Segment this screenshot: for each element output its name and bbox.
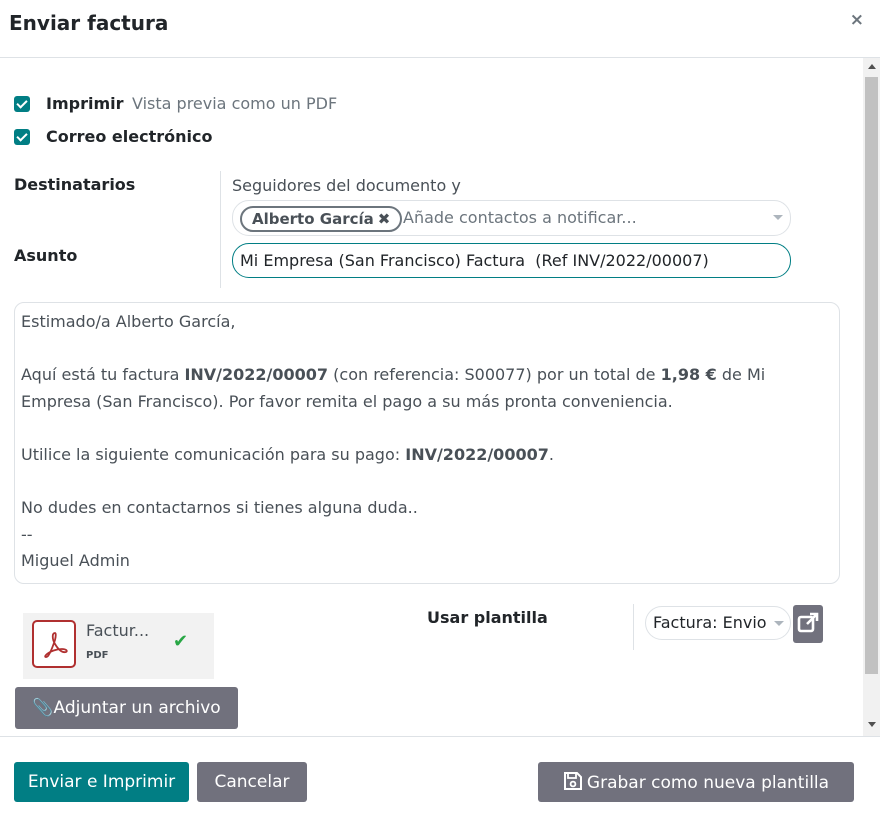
- signature: Miguel Admin: [21, 551, 130, 571]
- field-divider: [220, 171, 221, 288]
- chevron-down-icon[interactable]: [774, 621, 784, 626]
- cancel-button[interactable]: Cancelar: [197, 762, 307, 802]
- template-selected-value: Factura: Envio: [653, 613, 767, 632]
- chevron-down-icon[interactable]: [773, 215, 783, 220]
- dialog-footer: Enviar e Imprimir Cancelar Grabar como n…: [0, 736, 880, 820]
- close-icon[interactable]: ×: [850, 10, 864, 30]
- open-template-button[interactable]: [793, 605, 823, 643]
- recipients-label: Destinatarios: [14, 175, 136, 194]
- template-divider: [633, 604, 634, 650]
- email-checkbox[interactable]: [14, 129, 30, 145]
- dialog-body: Imprimir Vista previa como un PDF Correo…: [0, 58, 880, 736]
- print-hint: Vista previa como un PDF: [132, 94, 338, 113]
- send-print-button[interactable]: Enviar e Imprimir: [14, 762, 189, 802]
- print-checkbox[interactable]: [14, 96, 30, 112]
- scrollbar-thumb[interactable]: [865, 77, 878, 674]
- subject-label: Asunto: [14, 246, 78, 265]
- recipients-placeholder: Añade contactos a notificar...: [403, 208, 637, 227]
- signature-separator: --: [21, 524, 33, 544]
- print-checkbox-label[interactable]: Imprimir: [46, 94, 124, 113]
- body-paragraph-1: Aquí está tu factura INV/2022/00007 (con…: [21, 365, 766, 411]
- check-icon: ✔: [173, 631, 189, 652]
- recipient-tag: Alberto García ✖: [240, 206, 403, 232]
- body-paragraph-3: No dudes en contactarnos si tienes algun…: [21, 498, 418, 518]
- save-template-button[interactable]: Grabar como nueva plantilla: [538, 762, 854, 802]
- subject-input[interactable]: [232, 243, 791, 278]
- recipients-input[interactable]: Alberto García ✖ Añade contactos a notifi…: [232, 200, 791, 236]
- remove-tag-icon[interactable]: ✖: [378, 210, 391, 228]
- attachment-name: Factur...: [86, 621, 150, 640]
- floppy-disk-icon: [563, 772, 582, 790]
- paperclip-icon: 📎: [32, 698, 54, 718]
- scroll-down-icon[interactable]: [868, 722, 876, 727]
- email-body-editor[interactable]: Estimado/a Alberto García, Aquí está tu …: [14, 302, 840, 584]
- attachment-card[interactable]: Factur... PDF ✔: [23, 613, 214, 679]
- template-select[interactable]: Factura: Envio: [645, 606, 791, 640]
- template-label: Usar plantilla: [427, 608, 548, 627]
- recipients-intro: Seguidores del documento y: [232, 176, 461, 195]
- dialog-header: Enviar factura ×: [0, 0, 880, 58]
- external-link-icon: [797, 612, 819, 633]
- dialog-title: Enviar factura: [9, 11, 169, 35]
- pdf-file-icon: [32, 620, 76, 668]
- scroll-up-icon[interactable]: [868, 64, 876, 69]
- body-greeting: Estimado/a Alberto García,: [21, 312, 236, 331]
- email-checkbox-label[interactable]: Correo electrónico: [46, 127, 212, 146]
- body-paragraph-2: Utilice la siguiente comunicación para s…: [21, 444, 554, 464]
- attach-file-button[interactable]: 📎Adjuntar un archivo: [15, 687, 238, 729]
- recipient-tag-label: Alberto García: [252, 210, 374, 228]
- attachment-extension: PDF: [86, 650, 109, 661]
